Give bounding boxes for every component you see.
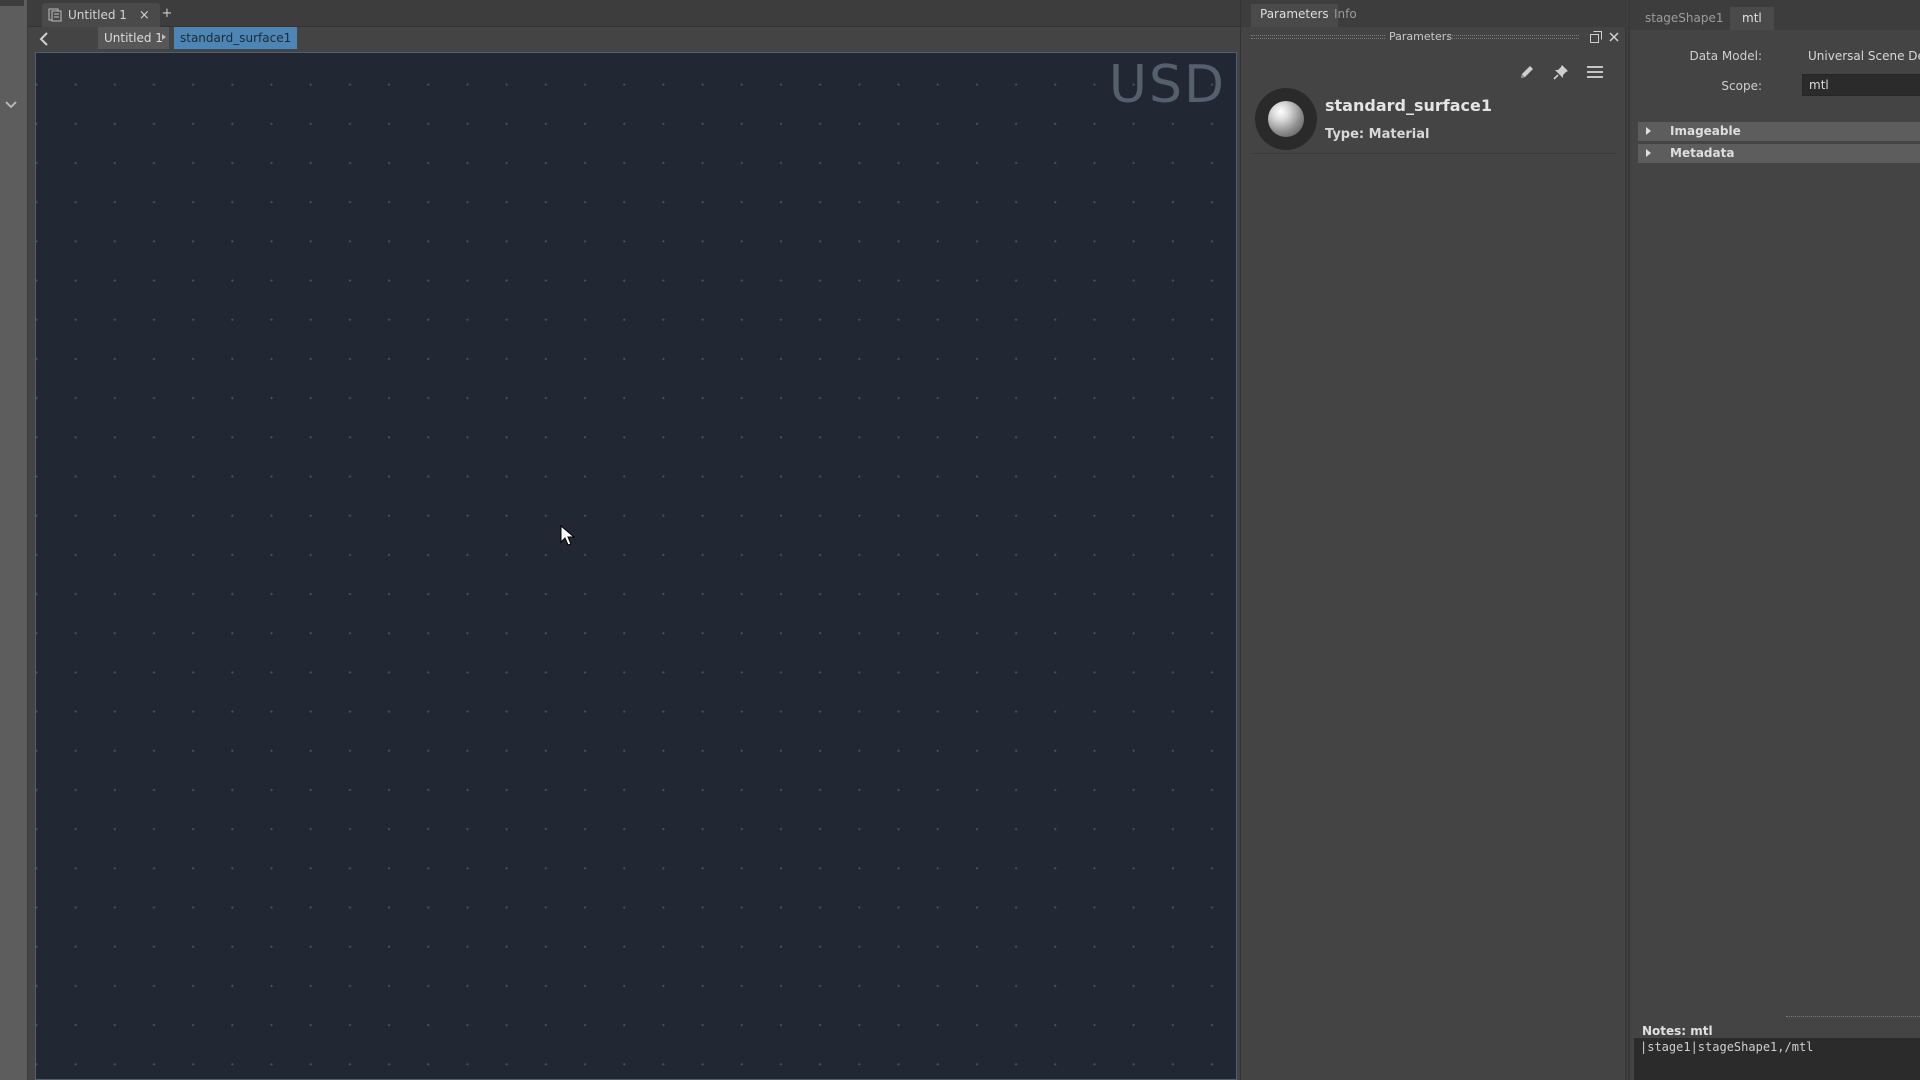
parameters-title: Parameters bbox=[1389, 30, 1452, 43]
menu-icon[interactable] bbox=[1585, 62, 1605, 82]
usd-watermark: USD bbox=[1108, 55, 1226, 115]
node-name: standard_surface1 bbox=[1325, 96, 1492, 115]
frame-imageable[interactable]: Imageable bbox=[1638, 122, 1920, 141]
parameters-tab-bar: Parameters Info bbox=[1241, 0, 1627, 27]
document-tab-label: Untitled 1 bbox=[68, 8, 127, 22]
app-root: Untitled 1 × + Untitled 1 standard_surfa… bbox=[0, 0, 1920, 1080]
scope-label: Scope: bbox=[1721, 79, 1762, 93]
cursor-icon bbox=[560, 525, 576, 546]
float-panel-icon[interactable] bbox=[1589, 30, 1603, 44]
left-toolbar-strip bbox=[0, 0, 28, 1080]
breadcrumb-item-current[interactable]: standard_surface1 bbox=[174, 27, 298, 49]
document-icon bbox=[48, 8, 62, 22]
attribute-tab-bar: stageShape1 mtl bbox=[1630, 0, 1920, 30]
notes-field[interactable]: |stage1|stageShape1,/mtl bbox=[1634, 1038, 1920, 1080]
node-type: Type: Material bbox=[1325, 127, 1430, 142]
expand-triangle-icon[interactable] bbox=[1646, 127, 1651, 135]
attribute-editor-panel: stageShape1 mtl Data Model: Universal Sc… bbox=[1628, 0, 1920, 1080]
frame-imageable-label: Imageable bbox=[1670, 124, 1741, 138]
breadcrumb-item-untitled[interactable]: Untitled 1 bbox=[98, 27, 169, 49]
frame-metadata-label: Metadata bbox=[1670, 146, 1735, 160]
frame-metadata[interactable]: Metadata bbox=[1638, 144, 1920, 163]
expand-triangle-icon[interactable] bbox=[1646, 149, 1651, 157]
pin-icon[interactable] bbox=[1551, 62, 1571, 82]
breadcrumb: Untitled 1 standard_surface1 bbox=[28, 27, 1240, 51]
notes-resize-grip[interactable] bbox=[1786, 1016, 1920, 1019]
data-model-label: Data Model: bbox=[1689, 49, 1762, 63]
tab-stageshape1[interactable]: stageShape1 bbox=[1636, 7, 1733, 30]
scope-field[interactable]: mtl bbox=[1802, 74, 1920, 96]
divider bbox=[1251, 153, 1617, 154]
strip-handle[interactable] bbox=[0, 0, 24, 6]
add-tab-button[interactable]: + bbox=[158, 6, 176, 21]
close-icon[interactable] bbox=[1607, 30, 1621, 44]
notes-label: Notes: mtl bbox=[1642, 1024, 1713, 1038]
breadcrumb-separator-icon bbox=[162, 34, 166, 40]
graph-editor-panel: Untitled 1 × + Untitled 1 standard_surfa… bbox=[28, 0, 1240, 1080]
tab-info[interactable]: Info bbox=[1325, 4, 1366, 27]
data-model-value: Universal Scene Descr bbox=[1808, 49, 1920, 63]
chevron-down-icon[interactable] bbox=[3, 96, 19, 112]
parameters-panel: Parameters Info Parameters standard_surf… bbox=[1240, 0, 1627, 1080]
graph-canvas[interactable]: USD bbox=[35, 52, 1237, 1080]
drag-grip[interactable] bbox=[1251, 35, 1385, 39]
document-tab-bar: Untitled 1 × + bbox=[28, 0, 1240, 27]
drag-grip[interactable] bbox=[1447, 35, 1579, 39]
panel-splitter[interactable] bbox=[1625, 27, 1627, 1080]
pencil-icon[interactable] bbox=[1517, 62, 1537, 82]
close-icon[interactable]: × bbox=[139, 8, 150, 23]
material-sphere-icon[interactable] bbox=[1255, 88, 1317, 150]
material-preview-ball bbox=[1268, 101, 1304, 137]
document-tab[interactable]: Untitled 1 × bbox=[42, 3, 160, 27]
parameters-header: Parameters bbox=[1241, 27, 1627, 47]
tab-mtl[interactable]: mtl bbox=[1730, 7, 1774, 30]
back-arrow-icon[interactable] bbox=[36, 30, 52, 48]
